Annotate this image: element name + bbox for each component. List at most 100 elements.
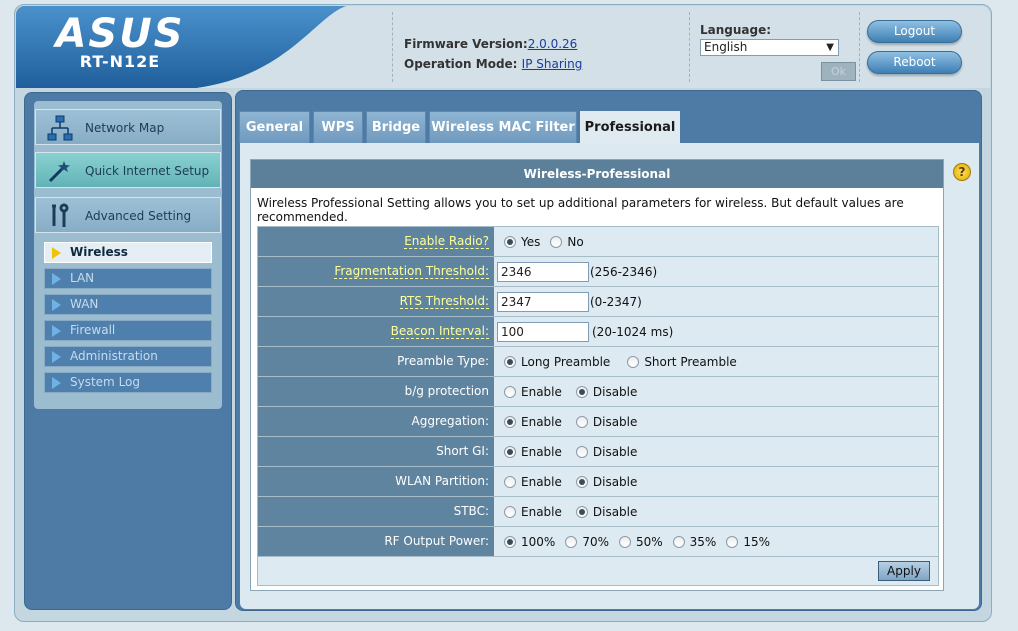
radio-button[interactable]: [618, 535, 631, 548]
arrow-right-icon: [52, 351, 61, 363]
short-gi-label: Short GI:: [258, 437, 494, 466]
row-label: RTS Threshold:: [258, 287, 494, 316]
wlan-partition-enable-option[interactable]: Enable: [497, 475, 562, 489]
logout-button[interactable]: Logout: [867, 20, 962, 43]
beacon-interval-label[interactable]: Beacon Interval:: [390, 324, 489, 339]
stbc-enable-option[interactable]: Enable: [497, 505, 562, 519]
short-gi-enable-option[interactable]: Enable: [497, 445, 562, 459]
preamble-type-label: Preamble Type:: [258, 347, 494, 376]
sidebar-sub-item-system-log[interactable]: System Log: [44, 372, 212, 393]
rf-output-power-label: RF Output Power:: [258, 527, 494, 556]
asus-logo: ASUS: [55, 11, 185, 57]
fragmentation-threshold-input[interactable]: [497, 261, 589, 282]
row-value: (256-2346): [494, 257, 938, 286]
option-label: Disable: [592, 444, 638, 459]
row-value: (0-2347): [494, 287, 938, 316]
radio-button[interactable]: [504, 385, 516, 398]
arrow-right-icon: [52, 299, 61, 311]
enable-radio-yes-option[interactable]: Yes: [497, 235, 540, 249]
long-preamble-option[interactable]: Long Preamble: [497, 355, 610, 369]
apply-row: Apply: [258, 557, 938, 585]
rf-power-50-option[interactable]: 50%: [612, 535, 663, 549]
radio-button-checked[interactable]: [504, 445, 516, 458]
bg-protection-enable-option[interactable]: Enable: [497, 385, 562, 399]
rf-power-100-option[interactable]: 100%: [497, 535, 555, 549]
sidebar-sub-item-firewall[interactable]: Firewall: [44, 320, 212, 341]
rf-power-15-option[interactable]: 15%: [719, 535, 770, 549]
help-icon[interactable]: ?: [953, 163, 971, 181]
short-preamble-option[interactable]: Short Preamble: [620, 354, 737, 369]
option-label: Enable: [521, 384, 562, 399]
radio-button-checked[interactable]: [575, 475, 588, 488]
tab-wps[interactable]: WPS: [313, 111, 363, 143]
sidebar-sub-item-wireless[interactable]: Wireless: [44, 242, 212, 263]
sidebar-sub-item-lan[interactable]: LAN: [44, 268, 212, 289]
radio-button-checked[interactable]: [504, 415, 516, 428]
tab-wireless-mac-filter[interactable]: Wireless MAC Filter: [429, 111, 577, 143]
radio-button[interactable]: [575, 445, 588, 458]
radio-button-checked[interactable]: [504, 535, 516, 548]
rf-power-35-option[interactable]: 35%: [666, 535, 716, 549]
radio-button-checked[interactable]: [504, 235, 516, 248]
table-row: Preamble Type: Long Preamble Short Pream…: [258, 347, 938, 377]
reboot-button[interactable]: Reboot: [867, 51, 962, 74]
row-value: (20-1024 ms): [494, 317, 938, 346]
radio-button[interactable]: [550, 235, 563, 248]
aggregation-label: Aggregation:: [258, 407, 494, 436]
radio-button[interactable]: [504, 505, 516, 518]
radio-button[interactable]: [627, 355, 640, 368]
table-row: WLAN Partition: Enable Disable: [258, 467, 938, 497]
sidebar-item-label: Advanced Setting: [85, 209, 192, 223]
radio-button-checked[interactable]: [504, 355, 516, 368]
table-row: Enable Radio? Yes No: [258, 227, 938, 257]
tab-bridge[interactable]: Bridge: [366, 111, 426, 143]
language-select[interactable]: English ▼: [700, 39, 839, 56]
radio-button-checked[interactable]: [575, 385, 588, 398]
language-ok-button[interactable]: Ok: [821, 62, 856, 81]
range-hint: (256-2346): [590, 264, 658, 279]
settings-table: Enable Radio? Yes No Fragmentation Thres…: [257, 226, 939, 586]
fragmentation-threshold-label[interactable]: Fragmentation Threshold:: [334, 264, 489, 279]
enable-radio-label[interactable]: Enable Radio?: [404, 234, 489, 249]
table-row: b/g protection Enable Disable: [258, 377, 938, 407]
apply-button[interactable]: Apply: [878, 561, 930, 581]
model-name: RT-N12E: [79, 52, 161, 71]
sidebar-sub-item-administration[interactable]: Administration: [44, 346, 212, 367]
option-label: Enable: [521, 474, 562, 489]
sidebar-item-quick-internet-setup[interactable]: Quick Internet Setup: [35, 152, 221, 188]
radio-button[interactable]: [565, 535, 578, 548]
radio-button-checked[interactable]: [575, 505, 588, 518]
wlan-partition-disable-option[interactable]: Disable: [569, 475, 637, 489]
row-label: Fragmentation Threshold:: [258, 257, 494, 286]
sidebar-item-network-map[interactable]: Network Map: [35, 109, 221, 145]
rf-power-70-option[interactable]: 70%: [558, 535, 609, 549]
bg-protection-disable-option[interactable]: Disable: [569, 385, 637, 399]
enable-radio-no-option[interactable]: No: [543, 235, 584, 249]
rts-threshold-label[interactable]: RTS Threshold:: [399, 294, 489, 309]
short-gi-disable-option[interactable]: Disable: [569, 444, 638, 459]
sidebar-item-advanced-setting[interactable]: Advanced Setting: [35, 197, 221, 233]
firmware-label: Firmware Version:: [404, 37, 528, 51]
firmware-link[interactable]: 2.0.0.26: [528, 37, 578, 51]
dropdown-arrow-icon: ▼: [826, 42, 834, 53]
option-label: 50%: [635, 534, 663, 549]
operation-mode-label: Operation Mode:: [404, 57, 518, 71]
beacon-interval-input[interactable]: [497, 321, 589, 342]
magic-wand-icon: [46, 157, 74, 185]
stbc-disable-option[interactable]: Disable: [569, 505, 637, 519]
radio-button[interactable]: [672, 535, 685, 548]
operation-mode-link[interactable]: IP Sharing: [522, 57, 583, 71]
table-row: Short GI: Enable Disable: [258, 437, 938, 467]
aggregation-enable-option[interactable]: Enable: [497, 415, 562, 429]
option-label: Short Preamble: [644, 354, 737, 369]
sidebar-sub-item-wan[interactable]: WAN: [44, 294, 212, 315]
radio-button[interactable]: [726, 535, 739, 548]
option-label: Yes: [521, 234, 541, 249]
radio-button[interactable]: [504, 475, 516, 488]
aggregation-disable-option[interactable]: Disable: [569, 415, 637, 429]
tab-professional[interactable]: Professional: [580, 111, 680, 145]
radio-button[interactable]: [575, 415, 588, 428]
option-label: Long Preamble: [521, 354, 611, 369]
tab-general[interactable]: General: [239, 111, 310, 143]
rts-threshold-input[interactable]: [497, 291, 589, 312]
